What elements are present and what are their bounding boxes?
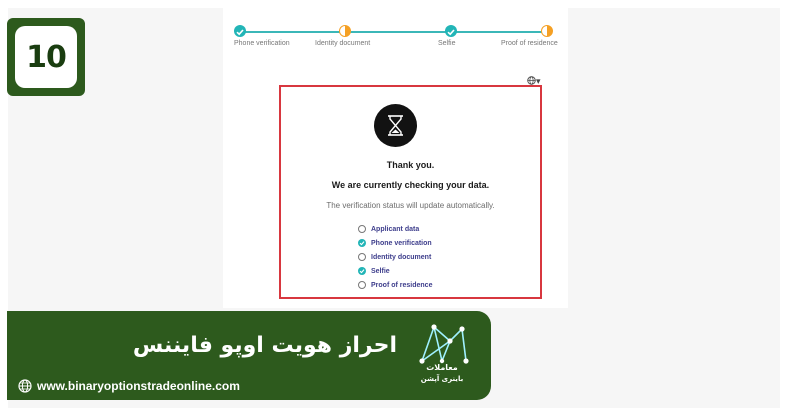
verification-stepper: Phone verification Identity document Sel… <box>228 22 562 58</box>
checklist-label: Proof of residence <box>371 281 433 289</box>
stepper-line <box>451 31 547 33</box>
step-number: 10 <box>26 39 67 75</box>
checklist-item: Phone verification <box>358 236 432 250</box>
step-label: Selfie <box>438 40 456 47</box>
checklist-item: Identity document <box>358 250 432 264</box>
step-number-badge: 10 <box>7 18 85 96</box>
empty-circle-icon <box>358 253 366 261</box>
site-logo: معاملات باینری آپشن <box>412 321 472 389</box>
logo-line-1: معاملات <box>426 363 458 372</box>
half-circle-icon <box>541 25 553 37</box>
banner-title: احراز هویت اوپو فایننس <box>132 333 397 358</box>
step-number-box: 10 <box>15 26 77 88</box>
network-logo-icon <box>419 324 469 364</box>
step-label: Phone verification <box>234 40 290 47</box>
step-label: Identity document <box>315 40 371 47</box>
checklist-label: Selfie <box>371 267 390 275</box>
checking-data-text: We are currently checking your data. <box>331 180 490 190</box>
stepper-line <box>345 31 451 33</box>
checklist-label: Applicant data <box>371 225 420 233</box>
globe-icon <box>18 379 32 393</box>
half-circle-icon <box>339 25 351 37</box>
hourglass-icon <box>374 104 417 147</box>
globe-icon <box>527 76 536 85</box>
website-url[interactable]: www.binaryoptionstradeonline.com <box>18 379 240 393</box>
empty-circle-icon <box>358 225 366 233</box>
logo-line-2: باینری آپشن <box>420 375 464 383</box>
website-url-text: www.binaryoptionstradeonline.com <box>37 379 240 393</box>
thank-you-heading: Thank you. <box>386 160 435 170</box>
empty-circle-icon <box>358 281 366 289</box>
checklist-label: Identity document <box>371 253 432 261</box>
checklist-item: Proof of residence <box>358 278 432 292</box>
check-circle-icon <box>234 25 246 37</box>
verification-checklist: Applicant data Phone verification Identi… <box>358 222 432 292</box>
check-circle-icon <box>358 239 366 247</box>
checklist-item: Applicant data <box>358 222 432 236</box>
verification-status-card: Thank you. We are currently checking you… <box>279 85 542 299</box>
check-circle-icon <box>445 25 457 37</box>
stepper-line <box>240 31 345 33</box>
title-banner: احراز هویت اوپو فایننس معاملات باینری آپ… <box>7 311 491 400</box>
check-circle-icon <box>358 267 366 275</box>
checklist-label: Phone verification <box>371 239 432 247</box>
auto-update-note: The verification status will update auto… <box>326 201 495 210</box>
screenshot-frame: 10 Phone verification Identity document … <box>0 0 785 412</box>
checklist-item: Selfie <box>358 264 432 278</box>
step-label: Proof of residence <box>501 40 558 47</box>
